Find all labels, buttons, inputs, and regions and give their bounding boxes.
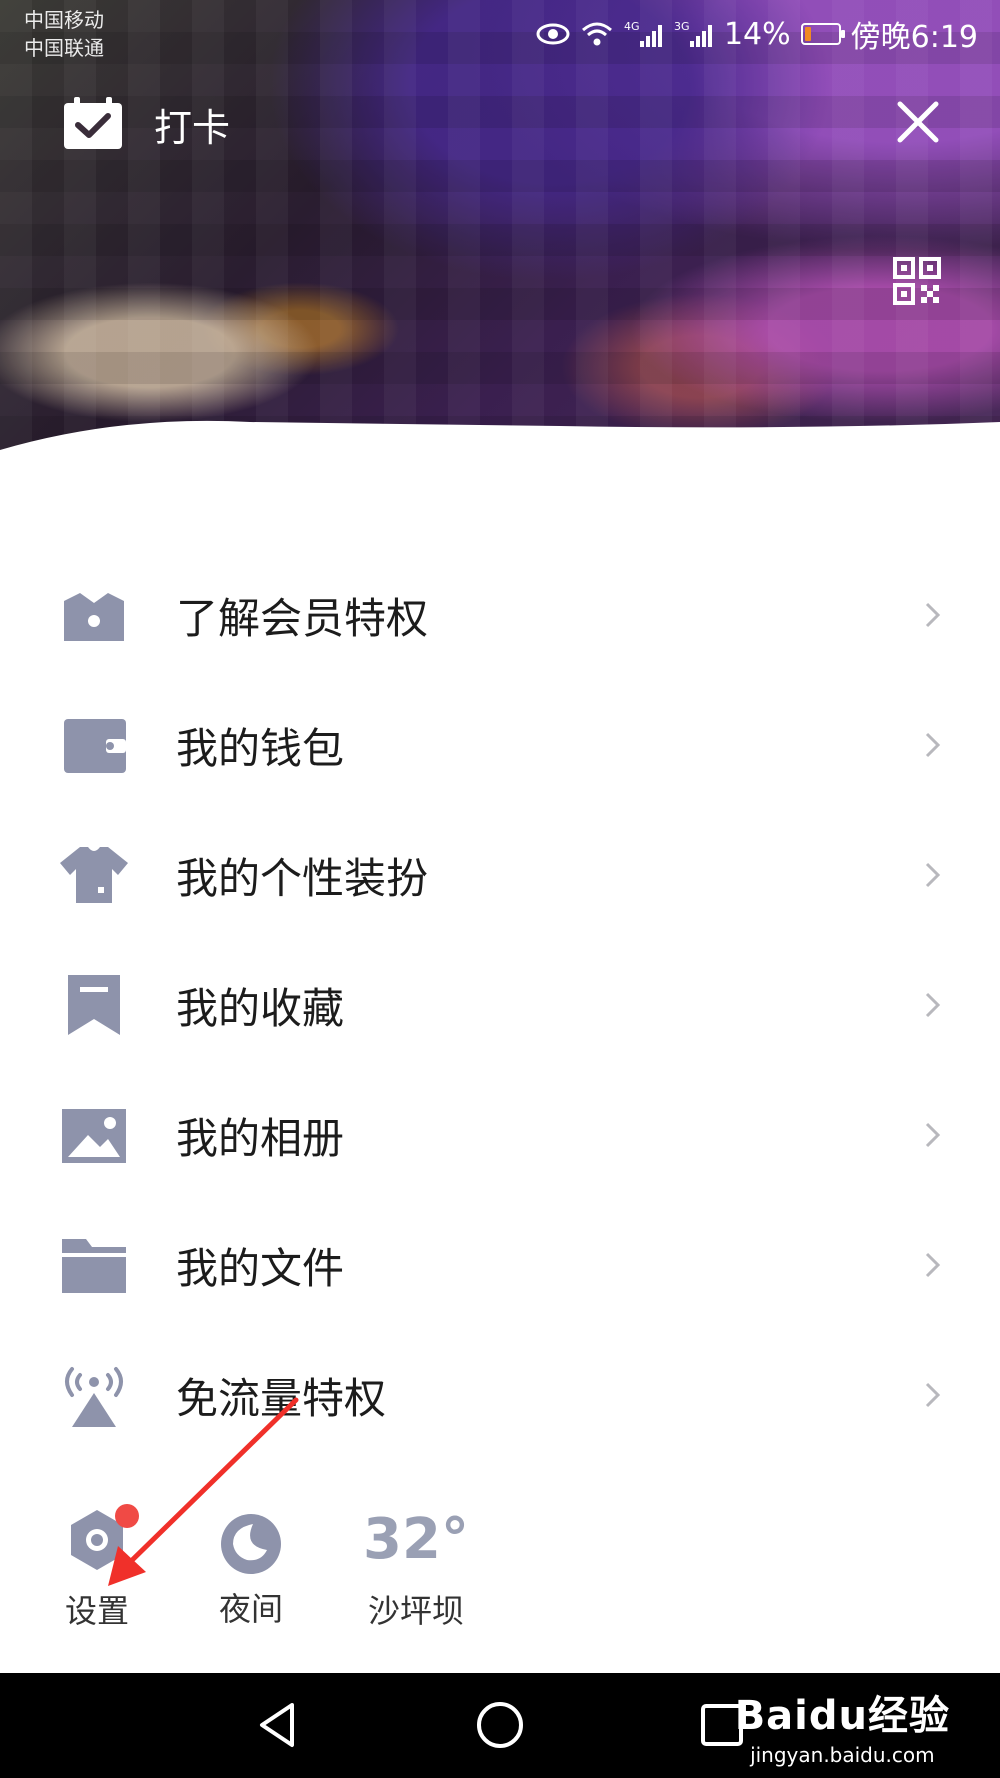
- bottom-toolbar: 设置 夜间 32° 沙坪坝: [0, 1500, 1000, 1640]
- net-4g-text: 4G: [624, 20, 640, 33]
- weather-widget[interactable]: 32° 沙坪坝: [346, 1500, 486, 1632]
- chevron-right-icon: [925, 602, 941, 628]
- wallet-icon: [64, 719, 126, 773]
- notification-dot: [115, 1504, 139, 1528]
- menu-label: 我的个性装扮: [176, 853, 429, 903]
- eye-icon: [536, 23, 570, 45]
- settings-icon-wrap: [63, 1500, 139, 1580]
- location-label: 沙坪坝: [367, 1592, 464, 1630]
- clock: 傍晚6:19: [850, 20, 978, 55]
- checkin-label: 打卡: [154, 105, 231, 150]
- chevron-right-icon: [925, 862, 941, 888]
- bookmark-icon: [68, 975, 120, 1035]
- signal-3g-icon: 3G: [674, 20, 712, 47]
- menu-label: 我的相册: [176, 1113, 345, 1163]
- chevron-right-icon: [925, 1382, 941, 1408]
- night-mode-button[interactable]: 夜间: [206, 1500, 296, 1630]
- chevron-right-icon: [925, 1122, 941, 1148]
- status-bar: 中国移动 中国联通 4G 3G 14% 傍晚6:19: [0, 0, 1000, 66]
- checkin-button[interactable]: 打卡: [62, 94, 230, 154]
- wifi-icon: [581, 22, 612, 46]
- net-3g-text: 3G: [674, 20, 690, 33]
- chevron-right-icon: [925, 992, 941, 1018]
- qr-code-icon[interactable]: [892, 256, 942, 306]
- menu-item-wallet[interactable]: 我的钱包: [0, 680, 1000, 810]
- system-nav-bar: Baidu经验 jingyan.baidu.com: [0, 1673, 1000, 1778]
- menu-label: 了解会员特权: [176, 593, 429, 643]
- watermark-url: jingyan.baidu.com: [750, 1743, 935, 1767]
- close-icon[interactable]: [894, 98, 942, 146]
- vip-crown-icon: [64, 593, 124, 641]
- settings-button[interactable]: 设置: [52, 1500, 142, 1632]
- calendar-check-icon: [64, 97, 122, 149]
- battery-icon: [800, 23, 845, 45]
- back-icon[interactable]: [250, 1697, 306, 1753]
- settings-label: 设置: [64, 1592, 129, 1630]
- chevron-right-icon: [925, 1252, 941, 1278]
- menu-item-decoration[interactable]: 我的个性装扮: [0, 810, 1000, 940]
- photo-album-icon: [62, 1109, 126, 1163]
- signal-4g-icon: 4G: [624, 20, 662, 47]
- carrier-info: 中国移动 中国联通: [24, 6, 104, 62]
- menu-label: 我的收藏: [176, 983, 345, 1033]
- menu-label: 我的文件: [176, 1243, 345, 1293]
- broadcast-tower-icon: [65, 1367, 123, 1427]
- moon-icon: [221, 1514, 281, 1574]
- watermark-logo: Baidu经验: [734, 1693, 950, 1739]
- drawer-menu: 了解会员特权 我的钱包 我的个性装扮 我的收藏 我的相册 我的文件 免流量特权: [0, 550, 1000, 1460]
- status-right: 4G 3G 14% 傍晚6:19: [536, 14, 978, 55]
- profile-header-background: [0, 0, 1000, 470]
- home-icon[interactable]: [472, 1697, 528, 1753]
- menu-item-free-data[interactable]: 免流量特权: [0, 1330, 1000, 1460]
- menu-item-favorites[interactable]: 我的收藏: [0, 940, 1000, 1070]
- mosaic-overlay: [0, 0, 1000, 470]
- temperature: 32°: [363, 1507, 469, 1572]
- folder-icon: [62, 1239, 126, 1293]
- tshirt-icon: [60, 847, 128, 903]
- menu-item-files[interactable]: 我的文件: [0, 1200, 1000, 1330]
- battery-percent: 14%: [723, 16, 791, 52]
- menu-item-album[interactable]: 我的相册: [0, 1070, 1000, 1200]
- menu-item-vip[interactable]: 了解会员特权: [0, 550, 1000, 680]
- night-label: 夜间: [218, 1590, 283, 1628]
- baidu-watermark: Baidu经验 jingyan.baidu.com: [735, 1683, 950, 1767]
- menu-label: 免流量特权: [176, 1373, 387, 1423]
- carrier-1: 中国移动: [24, 8, 104, 32]
- chevron-right-icon: [925, 732, 941, 758]
- menu-label: 我的钱包: [176, 723, 345, 773]
- carrier-2: 中国联通: [24, 36, 104, 60]
